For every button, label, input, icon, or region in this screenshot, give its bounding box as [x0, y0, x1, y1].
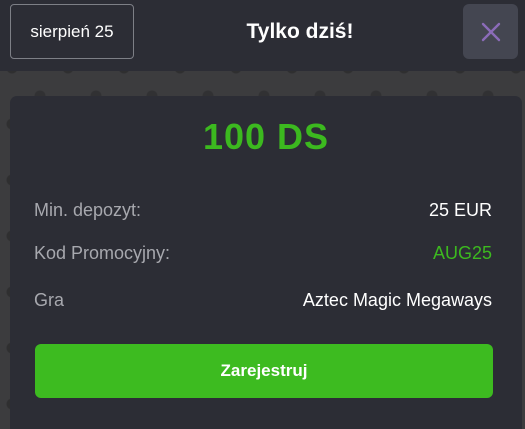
date-badge: sierpień 25: [10, 4, 134, 59]
game-row: Gra Aztec Magic Megaways: [34, 284, 492, 316]
close-button[interactable]: [463, 4, 518, 59]
bonus-amount: 100 DS: [202, 116, 330, 157]
register-button[interactable]: Zarejestruj: [35, 344, 493, 398]
game-value: Aztec Magic Megaways: [302, 289, 492, 310]
min-deposit-label: Min. depozyt:: [34, 199, 142, 220]
min-deposit-row: Min. depozyt: 25 EUR: [34, 194, 492, 226]
promo-code-value[interactable]: AUG25: [433, 243, 492, 264]
popup-title: Tylko dziś!: [246, 19, 354, 43]
game-label: Gra: [34, 289, 65, 310]
promo-code-label: Kod Promocyjny:: [34, 242, 171, 263]
min-deposit-value: 25 EUR: [428, 199, 492, 220]
close-icon: [481, 22, 500, 41]
promo-code-row: Kod Promocyjny: AUG25: [34, 237, 492, 269]
popup-header: sierpień 25 Tylko dziś!: [0, 0, 525, 71]
offer-card: 100 DS Min. depozyt: 25 EUR Kod Promocyj…: [10, 96, 522, 429]
